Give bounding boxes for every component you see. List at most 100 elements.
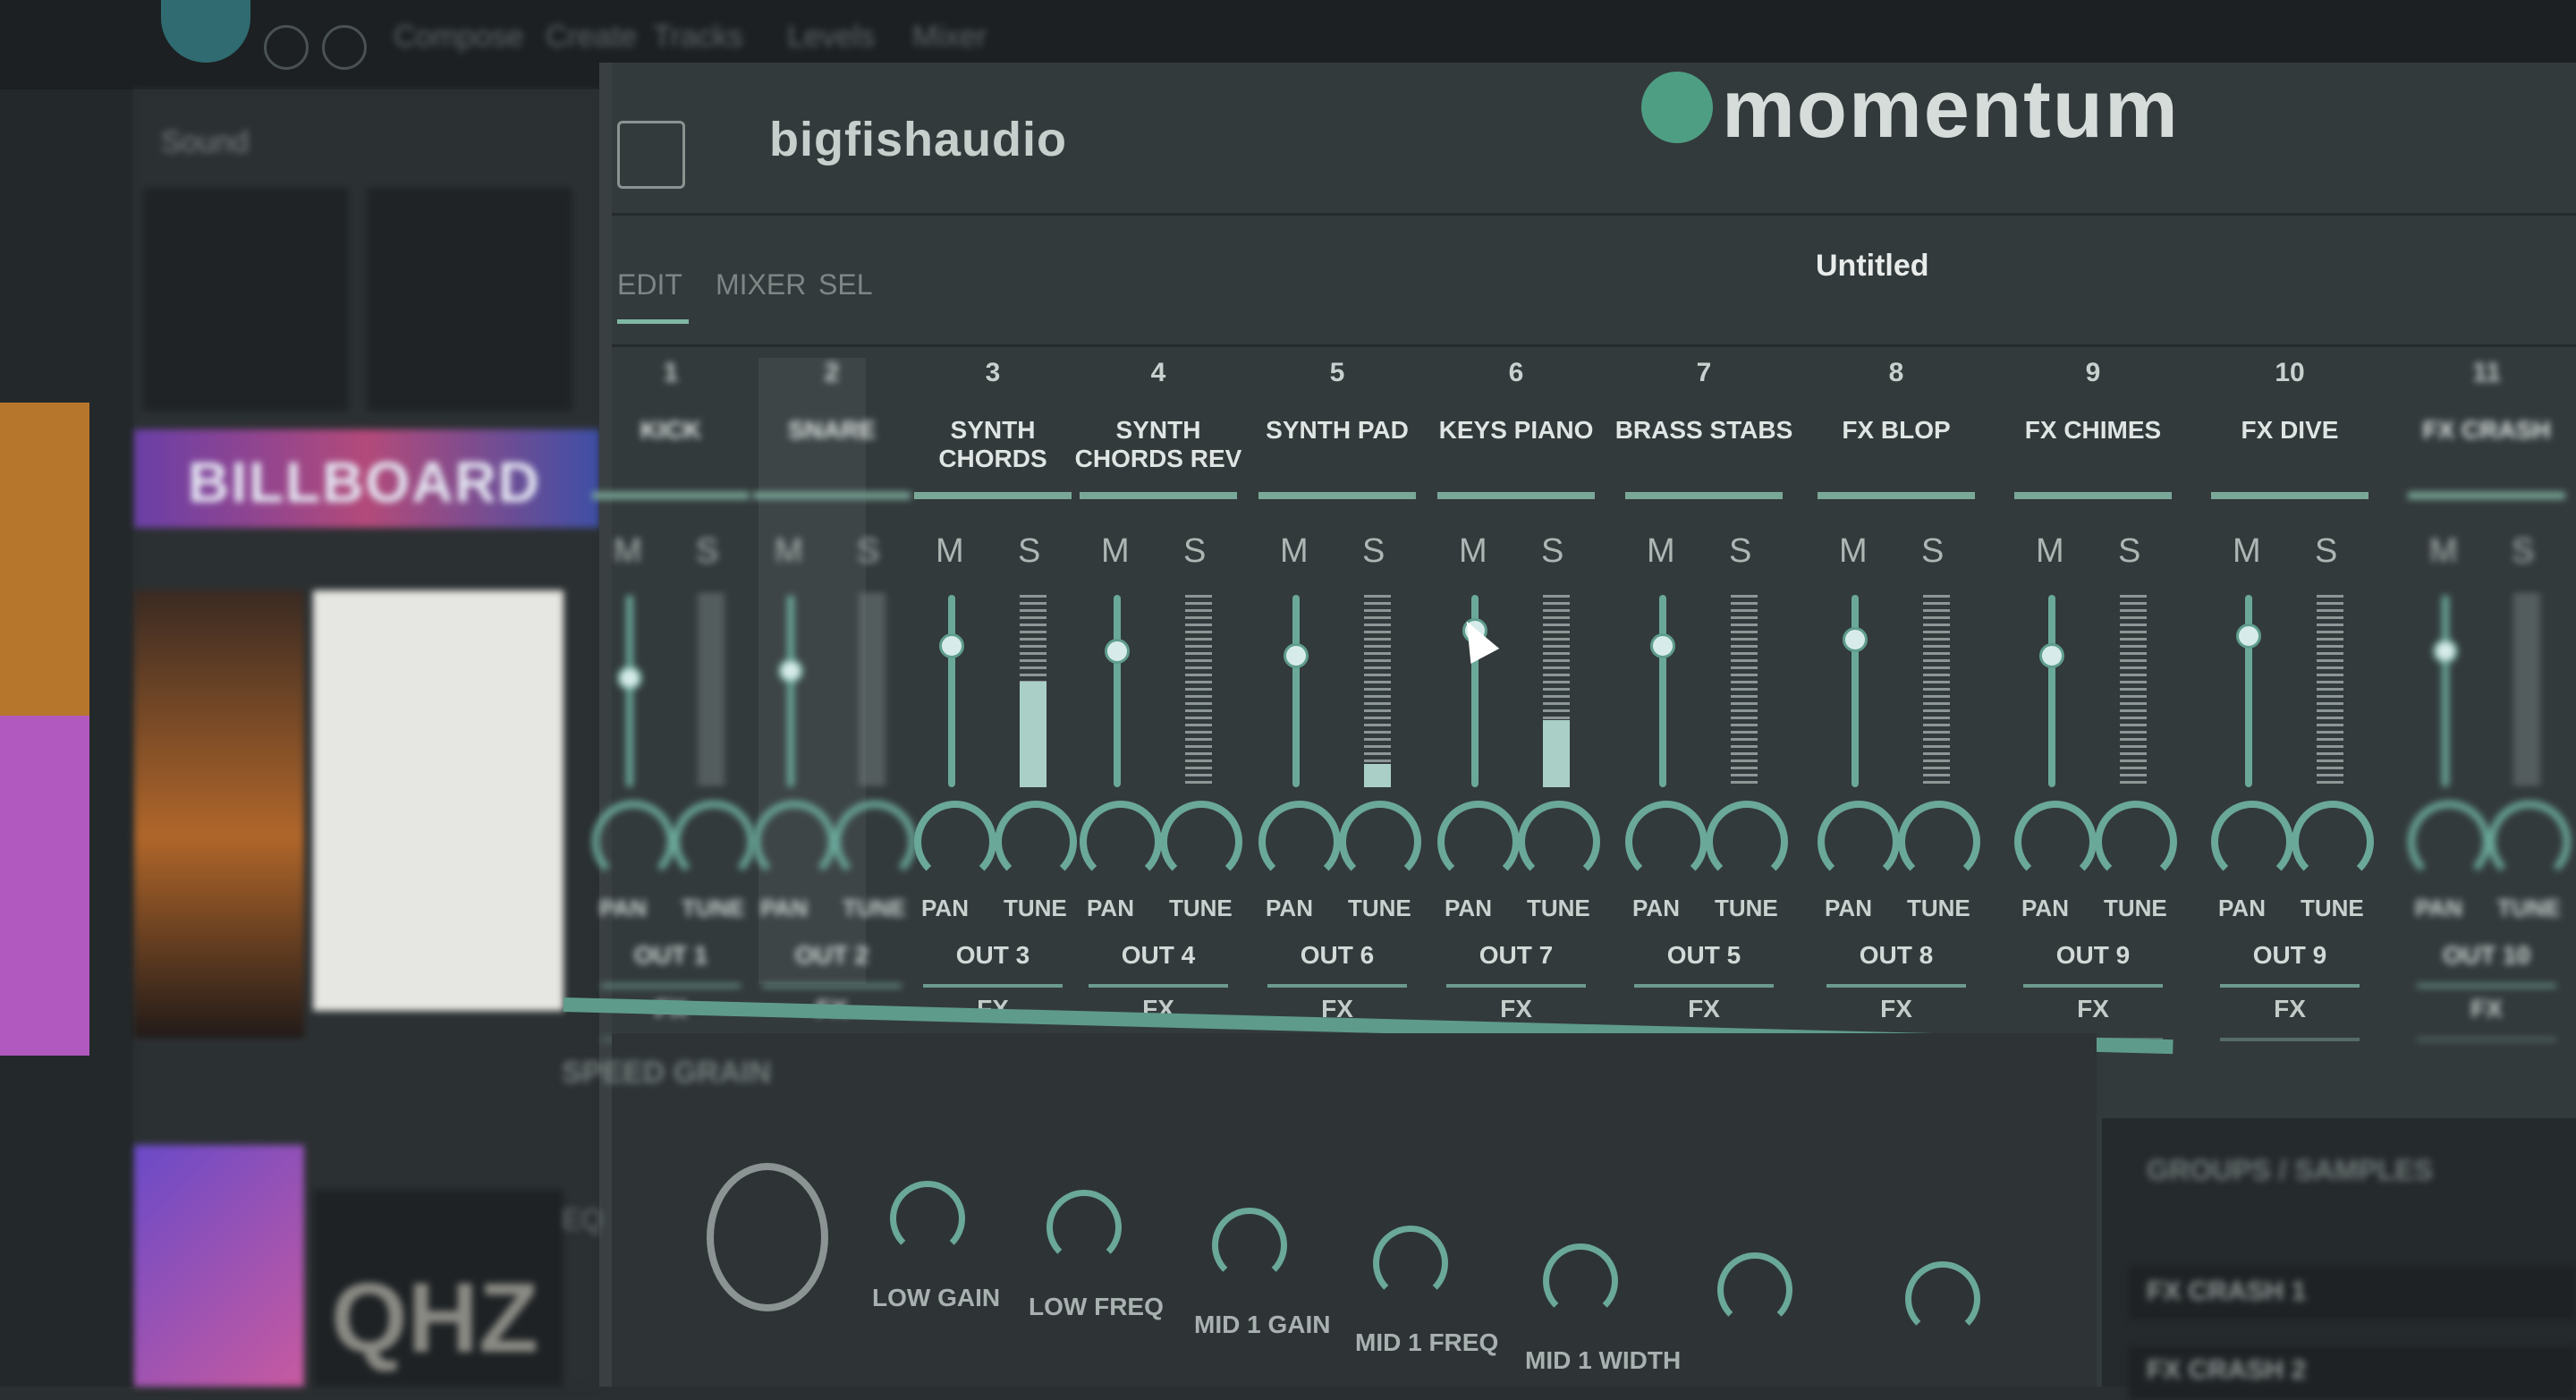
- album-art[interactable]: [313, 590, 564, 1011]
- fx-button[interactable]: FX: [1614, 995, 1793, 1023]
- output-select[interactable]: OUT 8: [1807, 941, 1986, 970]
- channel-name[interactable]: FX BLOP: [1807, 416, 1986, 445]
- volume-fader[interactable]: [2048, 595, 2055, 787]
- eq-knob[interactable]: [1717, 1252, 1792, 1328]
- tune-knob[interactable]: [2488, 801, 2571, 883]
- channel-name[interactable]: FX CHIMES: [2004, 416, 2182, 445]
- menu-levels[interactable]: Levels: [787, 20, 875, 55]
- mute-button[interactable]: M: [2233, 532, 2261, 571]
- channel-name[interactable]: SYNTH CHORDS REV: [1069, 416, 1248, 473]
- output-select[interactable]: OUT 9: [2200, 941, 2379, 970]
- menu-create[interactable]: Create: [546, 20, 637, 55]
- mute-button[interactable]: M: [1459, 532, 1487, 571]
- browser-tile[interactable]: [143, 188, 349, 412]
- eq-knob[interactable]: [1905, 1261, 1980, 1336]
- solo-button[interactable]: S: [1018, 532, 1040, 571]
- eq-knob[interactable]: [1373, 1226, 1448, 1301]
- channel-name[interactable]: SYNTH PAD: [1248, 416, 1427, 445]
- volume-fader[interactable]: [1292, 595, 1300, 787]
- output-select[interactable]: OUT 6: [1248, 941, 1427, 970]
- menu-compose[interactable]: Compose: [394, 20, 524, 55]
- tune-knob[interactable]: [1898, 801, 1980, 883]
- list-item[interactable]: FX CRASH 2: [2129, 1346, 2576, 1400]
- solo-button[interactable]: S: [1541, 532, 1563, 571]
- volume-fader[interactable]: [1852, 595, 1859, 787]
- fader-handle[interactable]: [2433, 639, 2458, 664]
- pan-knob[interactable]: [1625, 801, 1707, 883]
- browser-tile[interactable]: [367, 188, 572, 412]
- output-select[interactable]: OUT 10: [2397, 941, 2576, 970]
- tune-knob[interactable]: [2292, 801, 2374, 883]
- solo-button[interactable]: S: [1921, 532, 1944, 571]
- channel-name[interactable]: KEYS PIANO: [1427, 416, 1606, 445]
- tune-knob[interactable]: [1518, 801, 1600, 883]
- volume-fader[interactable]: [1114, 595, 1121, 787]
- fader-handle[interactable]: [617, 666, 642, 691]
- mute-button[interactable]: M: [2429, 532, 2458, 571]
- channel-name[interactable]: FX CRASH: [2397, 416, 2576, 445]
- mute-button[interactable]: M: [2036, 532, 2064, 571]
- fx-button[interactable]: FX: [2004, 995, 2182, 1023]
- fader-handle[interactable]: [1284, 643, 1309, 668]
- channel-name[interactable]: BRASS STABS: [1614, 416, 1793, 445]
- volume-fader[interactable]: [626, 595, 633, 787]
- pan-knob[interactable]: [2408, 801, 2490, 883]
- plugin-menu-icon[interactable]: [617, 121, 685, 189]
- app-logo-icon[interactable]: [161, 0, 250, 63]
- fader-handle[interactable]: [2039, 643, 2064, 668]
- track-clip[interactable]: [0, 716, 89, 1056]
- mute-button[interactable]: M: [1101, 532, 1130, 571]
- output-select[interactable]: OUT 9: [2004, 941, 2182, 970]
- volume-fader[interactable]: [948, 595, 955, 787]
- mute-button[interactable]: M: [614, 532, 642, 571]
- pan-knob[interactable]: [1437, 801, 1520, 883]
- menu-tracks[interactable]: Tracks: [653, 20, 743, 55]
- album-art[interactable]: QHZ: [313, 1190, 564, 1387]
- pan-knob[interactable]: [1818, 801, 1900, 883]
- eq-knob[interactable]: [1046, 1190, 1122, 1265]
- volume-fader[interactable]: [1659, 595, 1666, 787]
- preset-name[interactable]: Untitled: [1816, 249, 1929, 284]
- mute-button[interactable]: M: [936, 532, 964, 571]
- output-select[interactable]: OUT 2: [742, 941, 921, 970]
- fader-handle[interactable]: [939, 633, 964, 658]
- output-select[interactable]: OUT 1: [581, 941, 760, 970]
- mute-button[interactable]: M: [1839, 532, 1868, 571]
- tune-knob[interactable]: [1160, 801, 1242, 883]
- track-clip[interactable]: [0, 403, 89, 716]
- tab-edit[interactable]: EDIT: [617, 268, 682, 301]
- output-select[interactable]: OUT 7: [1427, 941, 1606, 970]
- eq-knob[interactable]: [890, 1181, 965, 1256]
- channel-name[interactable]: SNARE: [742, 416, 921, 445]
- solo-button[interactable]: S: [1183, 532, 1206, 571]
- fader-handle[interactable]: [1843, 627, 1868, 652]
- mute-button[interactable]: M: [775, 532, 803, 571]
- fader-handle[interactable]: [1105, 639, 1130, 664]
- pan-knob[interactable]: [592, 801, 674, 883]
- mute-button[interactable]: M: [1280, 532, 1309, 571]
- fader-handle[interactable]: [2236, 624, 2261, 649]
- fader-handle[interactable]: [1650, 633, 1675, 658]
- eq-knob[interactable]: [1212, 1208, 1287, 1283]
- tab-sel[interactable]: SEL: [818, 268, 872, 301]
- output-select[interactable]: OUT 4: [1069, 941, 1248, 970]
- album-art[interactable]: [134, 1145, 304, 1387]
- solo-button[interactable]: S: [2512, 532, 2534, 571]
- tune-knob[interactable]: [1706, 801, 1788, 883]
- mute-button[interactable]: M: [1647, 532, 1675, 571]
- browser-banner[interactable]: BILLBOARD: [134, 429, 599, 528]
- fx-button[interactable]: FX: [2200, 995, 2379, 1023]
- tune-knob[interactable]: [995, 801, 1077, 883]
- menu-mixer[interactable]: Mixer: [912, 20, 987, 55]
- fx-button[interactable]: FX: [2397, 995, 2576, 1023]
- channel-name[interactable]: FX DIVE: [2200, 416, 2379, 445]
- solo-button[interactable]: S: [1729, 532, 1751, 571]
- tune-knob[interactable]: [2095, 801, 2177, 883]
- pan-knob[interactable]: [1080, 801, 1162, 883]
- channel-name[interactable]: KICK: [581, 416, 760, 445]
- solo-button[interactable]: S: [2315, 532, 2337, 571]
- volume-fader[interactable]: [787, 595, 794, 787]
- fader-handle[interactable]: [778, 658, 803, 683]
- solo-button[interactable]: S: [857, 532, 879, 571]
- tune-knob[interactable]: [1339, 801, 1421, 883]
